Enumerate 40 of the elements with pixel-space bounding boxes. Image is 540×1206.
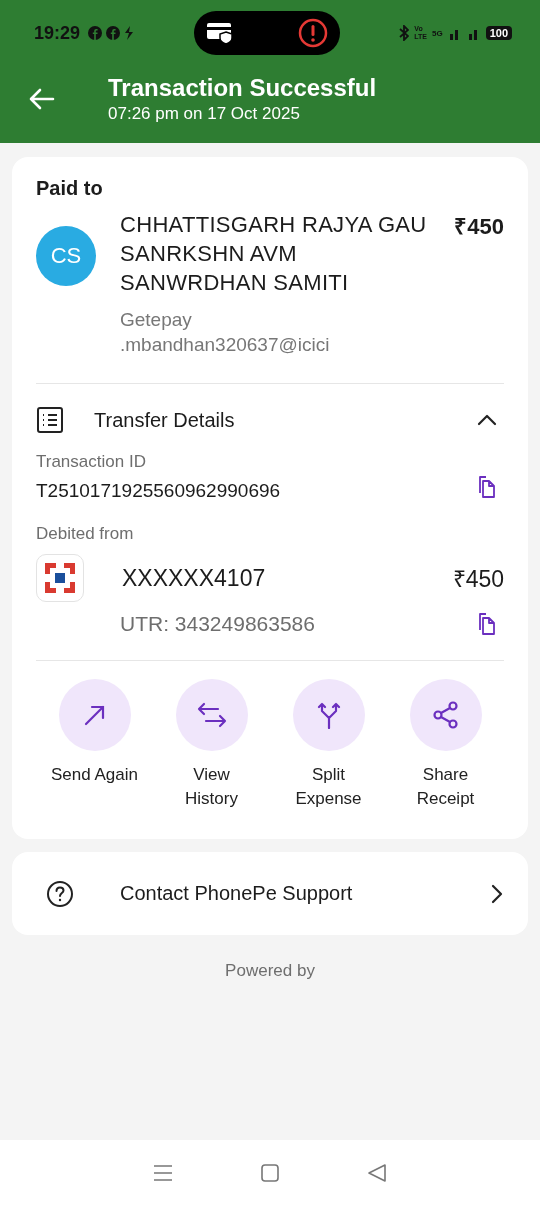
chevron-right-icon [490, 882, 504, 905]
back-nav-icon[interactable] [366, 1163, 387, 1183]
transaction-id: T2510171925560962990696 [36, 480, 281, 502]
debited-amount: ₹450 [452, 565, 504, 594]
action-button[interactable]: Send Again [36, 679, 153, 811]
paid-amount: ₹450 [454, 213, 504, 241]
battery-level: 100 [485, 26, 512, 40]
powered-by-text: Powered by [224, 961, 316, 981]
facebook-icon [88, 26, 103, 40]
action-button[interactable]: Split Expense [270, 679, 387, 811]
share-icon [431, 700, 460, 730]
utr-number: UTR: 343249863586 [120, 612, 315, 636]
card-shield-icon [205, 21, 234, 45]
bank-logo [36, 554, 84, 602]
help-icon [46, 879, 74, 908]
field-label: Debited from [36, 524, 135, 544]
notification-pill[interactable] [193, 11, 340, 55]
account-number: XXXXXX4107 [122, 564, 267, 592]
payee-upi-id: Getepay .mbandhan320637@icici [120, 308, 331, 357]
action-button[interactable]: View History [153, 679, 270, 811]
bolt-icon [124, 26, 135, 40]
support-button[interactable]: Contact PhonePe Support [12, 852, 528, 935]
action-button[interactable]: Share Receipt [387, 679, 504, 811]
page-title: Transaction Successful [108, 74, 377, 102]
network-label: 5G [431, 28, 443, 38]
alert-icon [297, 18, 328, 48]
menu-icon[interactable] [153, 1164, 174, 1182]
payee-avatar: CS [36, 226, 96, 286]
transfer-details-title: Transfer Details [94, 408, 236, 432]
payee-name: CHHATTISGARH RAJYA GAU SANRKSHN AVM SANWRDHAN SAMITI [120, 211, 428, 297]
bluetooth-icon [399, 25, 410, 41]
home-icon[interactable] [260, 1163, 280, 1183]
status-time: 19:29 [34, 22, 81, 44]
list-icon [36, 406, 64, 434]
split-icon [316, 701, 341, 729]
swap-arrows-icon [195, 702, 228, 728]
field-label: Transaction ID [36, 452, 147, 472]
paid-to-heading: Paid to [36, 177, 104, 200]
transaction-datetime: 07:26 pm on 17 Oct 2025 [108, 104, 301, 124]
facebook-icon [106, 26, 121, 40]
